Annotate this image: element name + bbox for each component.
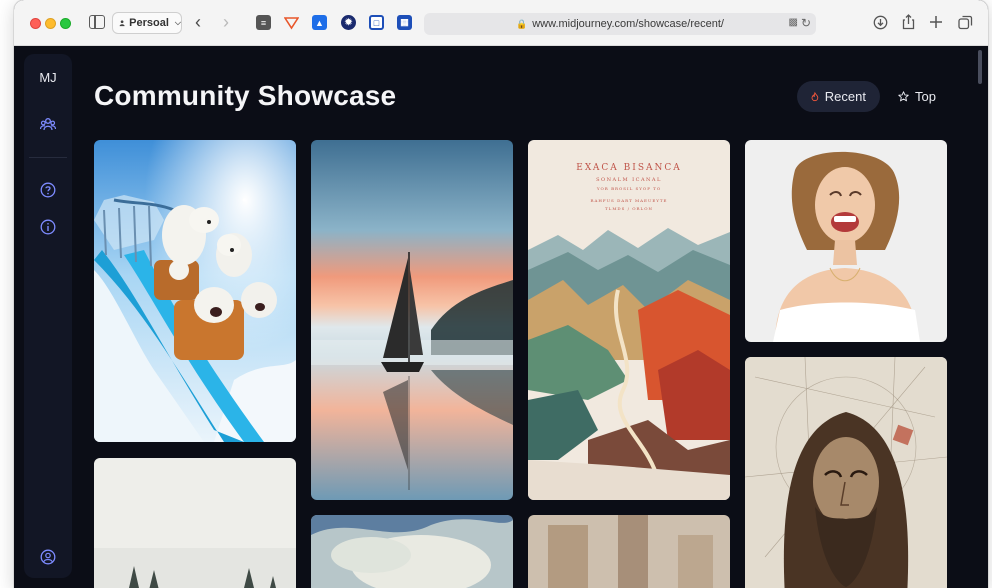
forward-arrow-icon[interactable]: ›	[223, 12, 229, 32]
gallery-image-stormy-sky[interactable]	[311, 515, 513, 588]
page-content: MJ Community Showcase Recent Top EXACA B…	[14, 46, 988, 588]
sidebar-toggle-icon[interactable]	[89, 15, 105, 29]
poster-line2: RAHFUS DART MAEUEYTE	[591, 198, 668, 203]
flame-icon	[811, 91, 819, 102]
download-icon[interactable]	[871, 13, 889, 31]
top-label: Top	[915, 89, 936, 104]
extension-save-icon[interactable]: ▦	[397, 15, 412, 30]
gallery-image-mountain-poster[interactable]: EXACA BISANCA SONALM ICANAL YOR BROSIL S…	[528, 140, 730, 500]
chevron-down-icon: ⌵	[174, 18, 181, 27]
midjourney-logo[interactable]: MJ	[24, 70, 72, 85]
profile-label: Persoal	[129, 17, 169, 29]
gallery-image-polar-bears[interactable]	[94, 140, 296, 442]
gallery-image-sailboat[interactable]	[311, 140, 513, 500]
sidebar-divider	[29, 157, 67, 158]
extension-shield-icon[interactable]	[284, 15, 299, 30]
account-icon[interactable]	[40, 549, 56, 565]
new-tab-icon[interactable]	[927, 13, 945, 31]
recent-label: Recent	[824, 89, 866, 104]
gallery-image-abstract-brown[interactable]	[528, 515, 730, 588]
address-bar[interactable]: 🔒 www.midjourney.com/showcase/recent/ ▩ …	[424, 13, 816, 35]
lock-icon: 🔒	[516, 18, 528, 29]
recent-tab[interactable]: Recent	[797, 81, 880, 112]
back-arrow-icon[interactable]: ‹	[195, 12, 201, 32]
poster-line3: TLMDS / ORLON	[605, 206, 653, 211]
poster-subtitle: SONALM ICANAL	[596, 177, 662, 183]
poster-line1: YOR BROSIL SYOP TO	[596, 186, 661, 191]
tab-overview-icon[interactable]	[956, 13, 974, 31]
share-icon[interactable]	[899, 13, 917, 31]
scrollbar-thumb[interactable]	[978, 50, 982, 84]
poster-title: EXACA BISANCA	[576, 163, 682, 173]
info-icon[interactable]	[40, 219, 56, 235]
translate-icon[interactable]: ▩	[789, 17, 798, 28]
close-window-button[interactable]	[30, 18, 41, 29]
zoom-window-button[interactable]	[60, 18, 71, 29]
star-icon	[898, 91, 909, 102]
browser-toolbar: Persoal ⌵ ‹ › ≡ ▲ ✹ □ ▦ 🔒 www.midjourney…	[14, 0, 988, 46]
browser-window: Persoal ⌵ ‹ › ≡ ▲ ✹ □ ▦ 🔒 www.midjourney…	[14, 0, 988, 588]
extension-reader-icon[interactable]: ≡	[256, 15, 271, 30]
help-icon[interactable]	[40, 182, 56, 198]
gallery-image-laughing-woman[interactable]	[745, 140, 947, 342]
reload-icon[interactable]: ↻	[801, 16, 811, 30]
profile-switcher[interactable]: Persoal ⌵	[112, 12, 182, 34]
person-icon	[119, 20, 125, 27]
page-title: Community Showcase	[94, 80, 397, 111]
gallery-image-jesus-portrait[interactable]	[745, 357, 947, 588]
url-text: www.midjourney.com/showcase/recent/	[532, 18, 724, 30]
gallery-image-winter-trees[interactable]	[94, 458, 296, 588]
extension-bookmark-icon[interactable]: □	[369, 15, 384, 30]
extension-blue-icon[interactable]: ▲	[312, 15, 327, 30]
minimize-window-button[interactable]	[45, 18, 56, 29]
top-tab[interactable]: Top	[886, 81, 948, 112]
sidebar: MJ	[24, 54, 72, 578]
extension-globe-icon[interactable]: ✹	[341, 15, 356, 30]
community-icon[interactable]	[40, 116, 56, 132]
